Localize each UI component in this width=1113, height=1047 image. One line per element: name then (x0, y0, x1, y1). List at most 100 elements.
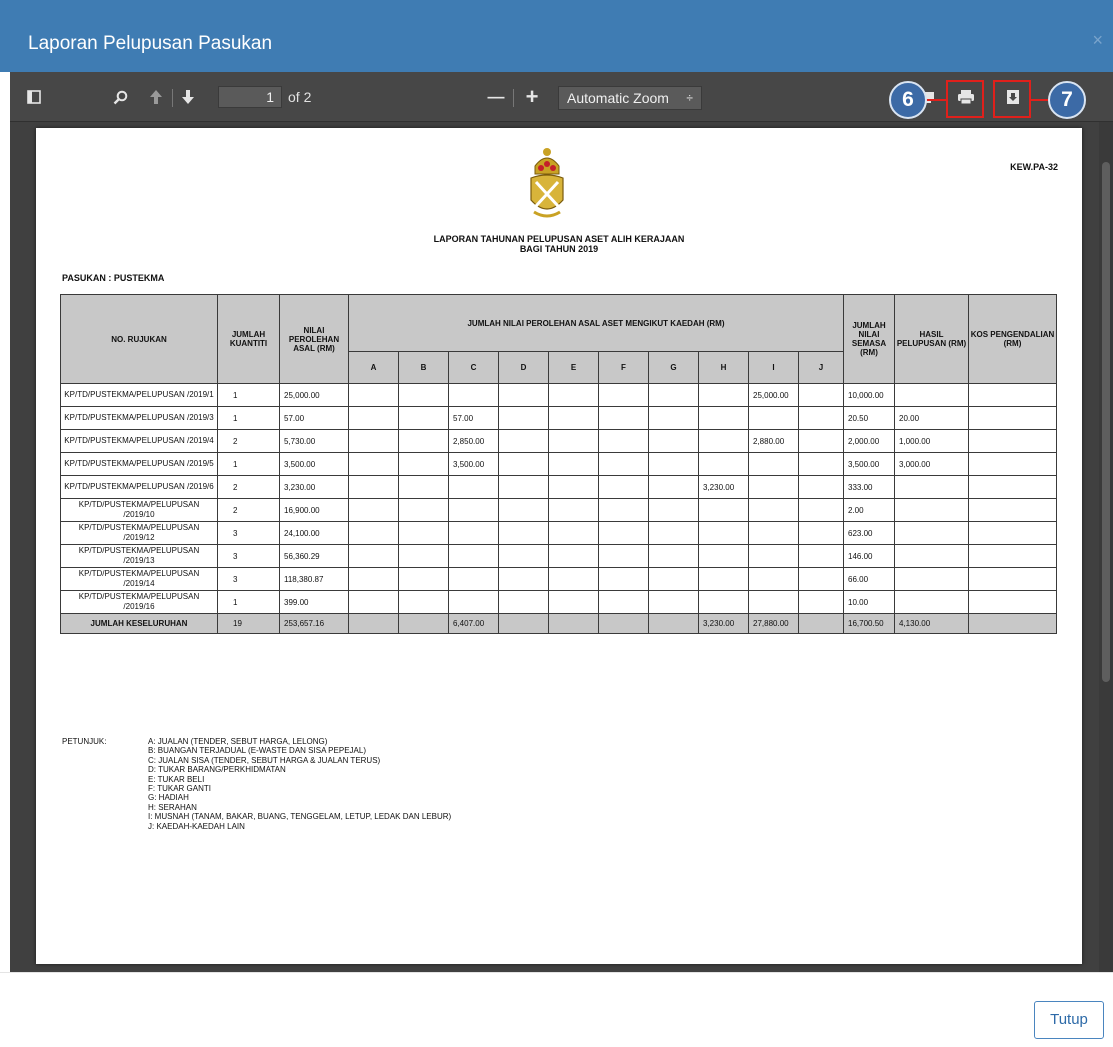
col-header-method: D (498, 351, 549, 384)
report-subtitle: BAGI TAHUN 2019 (519, 244, 599, 254)
col-header-hasil-pelupusan: HASIL PELUPUSAN (RM) (894, 294, 969, 384)
cell-kaedah (698, 590, 749, 614)
col-header-jumlah-semasa: JUMLAH NILAI SEMASA (RM) (843, 294, 895, 384)
cell-kaedah (548, 406, 599, 430)
cell-kaedah: 3,230.00 (698, 613, 749, 634)
cell-hasil-pelupusan (894, 590, 969, 614)
next-page-icon[interactable] (176, 72, 200, 122)
col-header-jumlah-kuantiti: JUMLAH KUANTITI (217, 294, 280, 384)
cell-kaedah (648, 613, 699, 634)
page-number-input[interactable]: 1 (218, 86, 282, 108)
modal-title: Laporan Pelupusan Pasukan (28, 33, 273, 54)
toolbar-separator (513, 89, 514, 107)
cell-kaedah (598, 383, 649, 407)
cell-no-rujukan: KP/TD/PUSTEKMA/PELUPUSAN /2019/14 (60, 567, 218, 591)
cell-kaedah (598, 521, 649, 545)
cell-nilai-perolehan: 3,230.00 (279, 475, 349, 499)
cell-kuantiti: 2 (217, 475, 280, 499)
cell-kos-pengendalian (968, 521, 1057, 545)
col-header-method: H (698, 351, 749, 384)
cell-kaedah (798, 475, 844, 499)
cell-kaedah (348, 613, 399, 634)
table-row: KP/TD/PUSTEKMA/PELUPUSAN /2019/3 1 57.00 57… (60, 406, 1057, 430)
cell-no-rujukan: KP/TD/PUSTEKMA/PELUPUSAN /2019/3 (60, 406, 218, 430)
cell-kaedah (448, 567, 499, 591)
petunjuk-list: A: JUALAN (TENDER, SEBUT HARGA, LELONG) … (148, 737, 451, 831)
cell-kaedah (798, 613, 844, 634)
cell-kaedah (348, 406, 399, 430)
cell-kuantiti: 3 (217, 521, 280, 545)
cell-kos-pengendalian (968, 613, 1057, 634)
cell-kaedah (698, 544, 749, 568)
cell-kaedah (798, 452, 844, 476)
cell-kaedah (648, 475, 699, 499)
cell-kaedah: 2,880.00 (748, 429, 799, 453)
zoom-out-button[interactable]: — (484, 72, 508, 122)
cell-nilai-perolehan: 399.00 (279, 590, 349, 614)
col-header-method: I (748, 351, 799, 384)
cell-kos-pengendalian (968, 475, 1057, 499)
close-icon[interactable]: × (1092, 30, 1103, 51)
col-header-method: J (798, 351, 844, 384)
cell-kaedah (398, 475, 449, 499)
zoom-in-button[interactable]: + (520, 72, 544, 122)
legend-item: F: TUKAR GANTI (148, 784, 211, 794)
cell-kuantiti: 3 (217, 544, 280, 568)
cell-no-rujukan: KP/TD/PUSTEKMA/PELUPUSAN /2019/10 (60, 498, 218, 522)
cell-kaedah (698, 498, 749, 522)
cell-kaedah (698, 521, 749, 545)
toolbar-separator (172, 89, 173, 107)
cell-kaedah (498, 613, 549, 634)
cell-kaedah (398, 452, 449, 476)
col-header-method: E (548, 351, 599, 384)
cell-kaedah (798, 590, 844, 614)
legend-item: C: JUALAN SISA (TENDER, SEBUT HARGA & JU… (148, 755, 381, 765)
pasukan-label: PASUKAN : PUSTEKMA (62, 273, 165, 283)
cell-kaedah (348, 383, 399, 407)
cell-kaedah (548, 613, 599, 634)
cell-kaedah (348, 544, 399, 568)
vertical-scrollbar[interactable] (1099, 122, 1113, 972)
cell-kaedah (598, 406, 649, 430)
cell-jumlah-semasa: 66.00 (843, 567, 895, 591)
cell-kaedah (448, 383, 499, 407)
modal-footer: Tutup (0, 972, 1113, 1047)
cell-kaedah (598, 452, 649, 476)
cell-nilai-perolehan: 57.00 (279, 406, 349, 430)
cell-kos-pengendalian (968, 406, 1057, 430)
cell-hasil-pelupusan: 3,000.00 (894, 452, 969, 476)
cell-no-rujukan: JUMLAH KESELURUHAN (60, 613, 218, 634)
sidebar-toggle-icon[interactable] (22, 72, 46, 122)
chevron-down-icon: ÷ (686, 91, 693, 105)
table-body: KP/TD/PUSTEKMA/PELUPUSAN /2019/1 1 25,000.… (60, 383, 1057, 634)
cell-no-rujukan: KP/TD/PUSTEKMA/PELUPUSAN /2019/13 (60, 544, 218, 568)
cell-kaedah (598, 567, 649, 591)
cell-kaedah (598, 498, 649, 522)
previous-page-icon[interactable] (144, 72, 168, 122)
download-highlight-box (993, 80, 1031, 118)
col-header-method: C (448, 351, 499, 384)
callout-connector (926, 99, 948, 101)
col-header-nilai-perolehan: NILAI PEROLEHAN ASAL (RM) (279, 294, 349, 384)
cell-hasil-pelupusan (894, 521, 969, 545)
search-icon[interactable] (108, 72, 132, 122)
cell-kaedah (498, 475, 549, 499)
close-button[interactable]: Tutup (1034, 1001, 1104, 1039)
cell-hasil-pelupusan: 20.00 (894, 406, 969, 430)
cell-kos-pengendalian (968, 567, 1057, 591)
cell-kaedah (448, 521, 499, 545)
cell-hasil-pelupusan (894, 544, 969, 568)
cell-kaedah (748, 544, 799, 568)
scrollbar-thumb[interactable] (1102, 162, 1110, 682)
zoom-select[interactable]: Automatic Zoom ÷ (558, 86, 702, 110)
page-count-label: of 2 (288, 89, 312, 105)
cell-kaedah (348, 452, 399, 476)
cell-jumlah-semasa: 333.00 (843, 475, 895, 499)
cell-no-rujukan: KP/TD/PUSTEKMA/PELUPUSAN /2019/5 (60, 452, 218, 476)
cell-kaedah (698, 567, 749, 591)
cell-kaedah (748, 452, 799, 476)
cell-kaedah (398, 406, 449, 430)
cell-kaedah: 3,230.00 (698, 475, 749, 499)
cell-kaedah (748, 475, 799, 499)
cell-kuantiti: 2 (217, 429, 280, 453)
